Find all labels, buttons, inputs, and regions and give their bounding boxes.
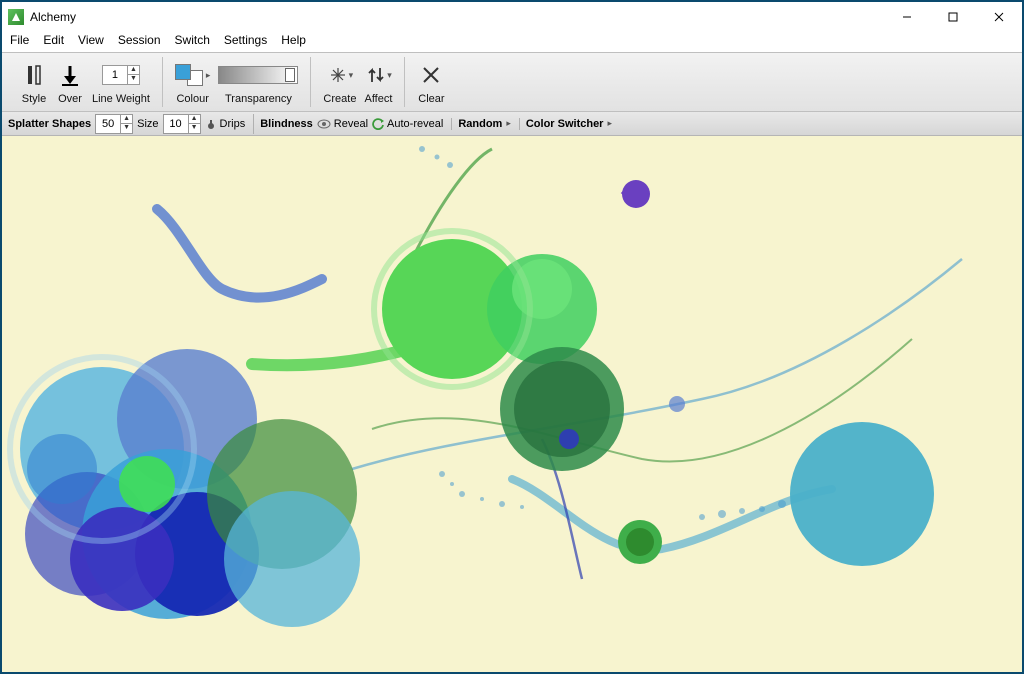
menu-file[interactable]: File [10, 33, 29, 47]
eye-icon [317, 119, 331, 129]
menu-session[interactable]: Session [118, 33, 161, 47]
create-icon: ▾ [327, 61, 354, 89]
canvas-artwork [2, 136, 1022, 672]
spinner-down-icon[interactable]: ▼ [121, 124, 132, 133]
size-input[interactable] [164, 118, 188, 130]
spinner-down-icon[interactable]: ▼ [128, 75, 139, 84]
titlebar: Alchemy [2, 2, 1022, 32]
menubar: File Edit View Session Switch Settings H… [2, 32, 1022, 52]
clear-tool[interactable]: Clear [413, 61, 449, 107]
chevron-right-icon: ▸ [206, 70, 211, 81]
spinner-up-icon[interactable]: ▲ [128, 66, 139, 75]
line-weight-input[interactable] [103, 69, 127, 81]
chevron-right-icon[interactable]: ▸ [506, 118, 511, 129]
slider-handle[interactable] [285, 68, 295, 82]
clear-icon [421, 61, 441, 89]
auto-reveal-button[interactable]: Auto-reveal [372, 118, 443, 130]
chevron-down-icon: ▾ [387, 70, 392, 81]
splatter-shapes-label: Splatter Shapes [8, 118, 91, 130]
transparency-slider[interactable] [218, 66, 298, 84]
size-label: Size [137, 118, 158, 130]
window-title: Alchemy [30, 10, 76, 24]
drips-icon [205, 118, 217, 130]
over-label: Over [58, 93, 82, 107]
style-label: Style [22, 93, 46, 107]
drawing-canvas[interactable] [2, 136, 1022, 672]
menu-help[interactable]: Help [281, 33, 306, 47]
blindness-label: Blindness [260, 118, 313, 130]
toolbar: Style Over ▲▼ Line Weight ▸ [2, 52, 1022, 112]
drips-label: Drips [220, 118, 246, 130]
colour-swatch-icon [175, 64, 203, 86]
subtoolbar: Splatter Shapes ▲▼ Size ▲▼ Drips Blindne… [2, 112, 1022, 136]
menu-switch[interactable]: Switch [175, 33, 210, 47]
colour-tool[interactable]: ▸ Colour [171, 61, 215, 107]
affect-tool[interactable]: ▾ Affect [360, 61, 396, 107]
maximize-button[interactable] [930, 2, 976, 32]
refresh-icon [372, 118, 384, 130]
splatter-input[interactable] [96, 118, 120, 130]
drips-toggle[interactable]: Drips [205, 118, 246, 130]
create-tool[interactable]: ▾ Create [319, 61, 360, 107]
app-icon [8, 9, 24, 25]
size-spinner[interactable]: ▲▼ [163, 114, 201, 134]
minimize-button[interactable] [884, 2, 930, 32]
affect-label: Affect [364, 93, 392, 107]
close-button[interactable] [976, 2, 1022, 32]
clear-label: Clear [418, 93, 444, 107]
menu-view[interactable]: View [78, 33, 104, 47]
line-weight-spinner[interactable]: ▲▼ [102, 65, 140, 85]
line-weight-tool[interactable]: ▲▼ Line Weight [88, 61, 154, 107]
style-icon [25, 61, 43, 89]
auto-reveal-label: Auto-reveal [387, 118, 443, 130]
spinner-down-icon[interactable]: ▼ [189, 124, 200, 133]
menu-settings[interactable]: Settings [224, 33, 267, 47]
chevron-right-icon[interactable]: ▸ [607, 118, 612, 129]
over-tool[interactable]: Over [52, 61, 88, 107]
transparency-tool[interactable]: Transparency [214, 61, 302, 107]
random-label: Random [458, 118, 502, 130]
reveal-button[interactable]: Reveal [317, 118, 368, 130]
menu-edit[interactable]: Edit [43, 33, 64, 47]
colour-label: Colour [176, 93, 208, 107]
style-tool[interactable]: Style [16, 61, 52, 107]
line-weight-label: Line Weight [92, 93, 150, 107]
spinner-up-icon[interactable]: ▲ [189, 115, 200, 124]
color-switcher-label: Color Switcher [526, 118, 604, 130]
create-label: Create [323, 93, 356, 107]
reveal-label: Reveal [334, 118, 368, 130]
over-icon [60, 61, 80, 89]
affect-icon: ▾ [365, 61, 392, 89]
spinner-up-icon[interactable]: ▲ [121, 115, 132, 124]
splatter-spinner[interactable]: ▲▼ [95, 114, 133, 134]
transparency-label: Transparency [225, 93, 292, 107]
chevron-down-icon: ▾ [349, 70, 354, 81]
